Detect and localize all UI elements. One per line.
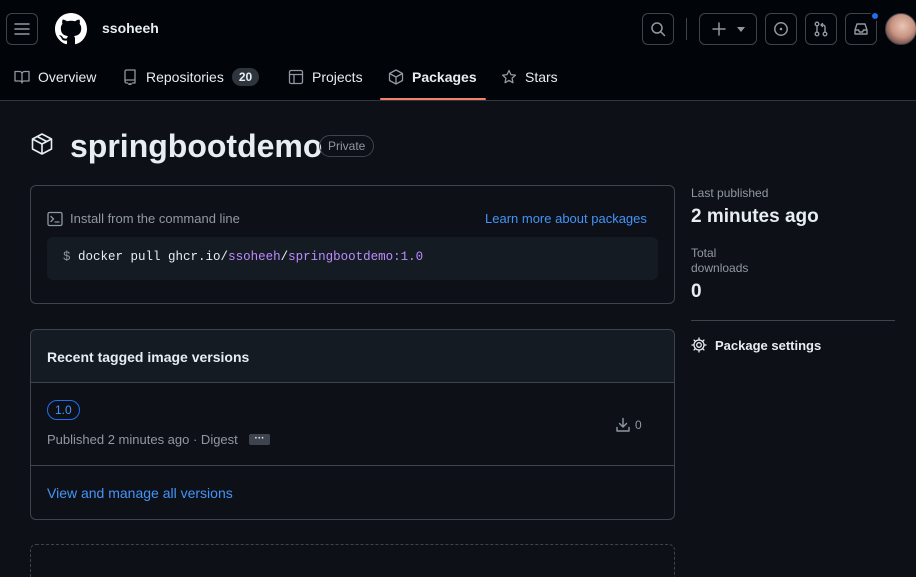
- global-header: ssoheeh Overview Repositories 20 Project…: [0, 0, 916, 101]
- repo-icon: [124, 69, 136, 85]
- triangle-down-icon: [736, 27, 745, 32]
- search-icon: [651, 22, 666, 37]
- tab-stars-label: Stars: [525, 69, 558, 85]
- package-settings-link[interactable]: Package settings: [715, 338, 821, 353]
- tab-repositories-label: Repositories: [146, 69, 224, 85]
- issues-button[interactable]: [765, 13, 797, 45]
- version-published-text: Published 2 minutes ago · Digest: [47, 432, 238, 447]
- total-downloads-value: 0: [691, 281, 702, 302]
- git-pull-request-icon: [814, 21, 828, 37]
- download-icon: [615, 417, 631, 433]
- install-command[interactable]: $ docker pull ghcr.io/ssoheeh/springboot…: [63, 250, 423, 264]
- total-downloads-label-line1: Total: [691, 246, 717, 260]
- last-published-value: 2 minutes ago: [691, 206, 819, 227]
- command-base: docker pull ghcr.io/: [78, 250, 229, 264]
- tab-repositories[interactable]: Repositories 20: [122, 64, 260, 90]
- version-tag[interactable]: 1.0: [47, 400, 80, 420]
- view-all-versions-link[interactable]: View and manage all versions: [47, 485, 233, 501]
- install-title: Install from the command line: [70, 211, 240, 226]
- visibility-badge: Private: [319, 135, 375, 157]
- tab-projects-label: Projects: [312, 69, 363, 85]
- book-icon: [14, 70, 30, 84]
- plus-icon: [711, 22, 726, 36]
- versions-title: Recent tagged image versions: [47, 349, 250, 365]
- tab-stars[interactable]: Stars: [501, 64, 558, 90]
- create-new-button[interactable]: [699, 13, 757, 45]
- placeholder-panel: [30, 544, 675, 577]
- issue-opened-icon: [774, 22, 788, 36]
- page-title: springbootdemo: [70, 128, 323, 164]
- inbox-icon: [854, 23, 868, 35]
- tab-packages-label: Packages: [412, 69, 477, 85]
- header-username[interactable]: ssoheeh: [102, 20, 159, 36]
- repositories-count-badge: 20: [231, 68, 260, 86]
- hamburger-icon: [14, 23, 30, 35]
- versions-divider: [31, 465, 674, 466]
- command-slash: /: [280, 250, 289, 264]
- command-user: ssoheeh: [228, 250, 281, 264]
- digest-expand-button[interactable]: ···: [249, 434, 270, 445]
- tab-projects[interactable]: Projects: [288, 64, 363, 90]
- gear-icon: [691, 337, 707, 353]
- sidebar-divider: [691, 320, 895, 321]
- tab-overview[interactable]: Overview: [14, 64, 96, 90]
- last-published-label: Last published: [691, 186, 769, 200]
- command-image: springbootdemo:1.0: [288, 250, 424, 264]
- pull-requests-button[interactable]: [805, 13, 837, 45]
- avatar[interactable]: [885, 13, 916, 45]
- package-icon: [388, 69, 404, 85]
- github-logo-icon[interactable]: [55, 13, 87, 45]
- menu-button[interactable]: [6, 13, 38, 45]
- version-download-count: 0: [635, 418, 642, 432]
- header-divider: [686, 18, 687, 40]
- command-prompt: $: [63, 250, 71, 264]
- star-icon: [501, 69, 517, 84]
- total-downloads-label-line2: downloads: [691, 261, 749, 275]
- search-button[interactable]: [642, 13, 674, 45]
- learn-more-link[interactable]: Learn more about packages: [485, 211, 647, 226]
- package-icon: [30, 132, 54, 156]
- terminal-icon: [47, 211, 63, 227]
- notification-dot: [870, 11, 880, 21]
- tab-packages[interactable]: Packages: [388, 64, 477, 90]
- tab-overview-label: Overview: [38, 69, 97, 85]
- active-tab-indicator: [380, 98, 486, 100]
- table-icon: [288, 69, 304, 85]
